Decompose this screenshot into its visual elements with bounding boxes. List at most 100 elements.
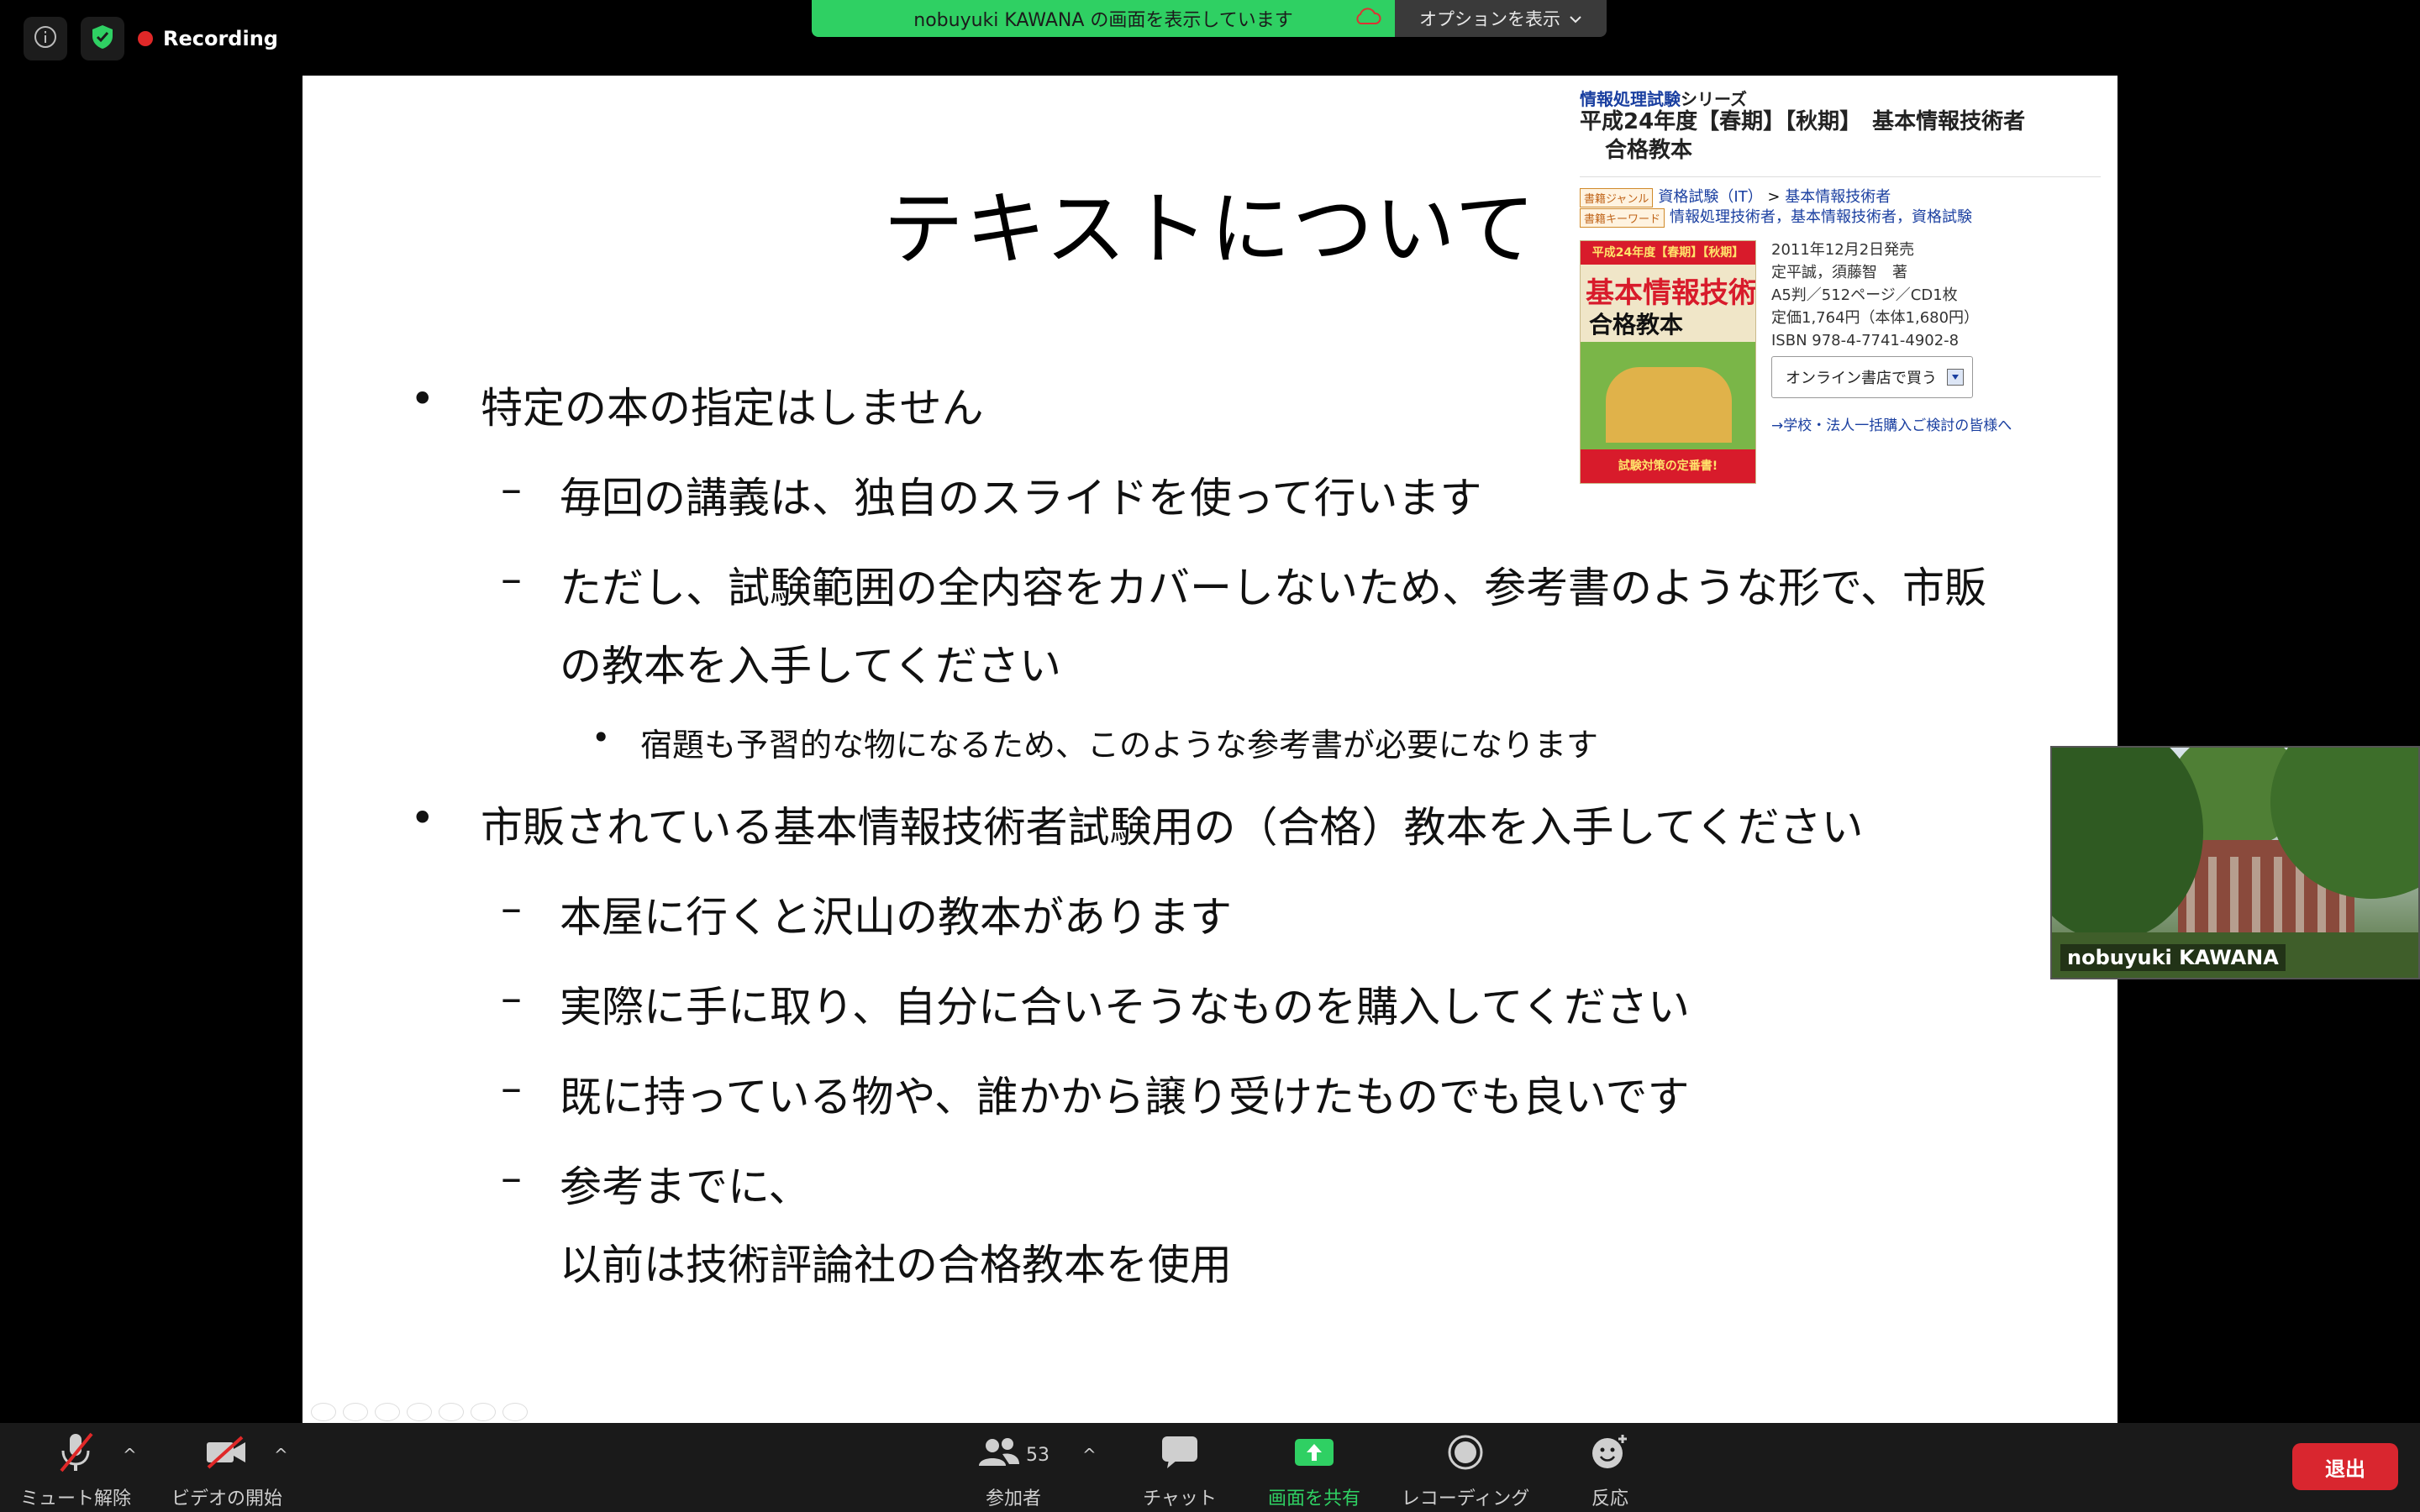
chat-bubble-icon	[1160, 1435, 1199, 1475]
record-icon	[1447, 1434, 1484, 1476]
participants-icon	[977, 1436, 1021, 1474]
cover-top-text: 平成24年度【春期】【秋期】	[1581, 241, 1755, 265]
participants-button[interactable]: 53 参加者	[938, 1431, 1089, 1510]
slide-bullet-line: 既に持っている物や、誰かから譲り受けたものでも良いです	[560, 1073, 1690, 1122]
book-info-panel: 情報処理試験シリーズ 平成24年度【春期】【秋期】 基本情報技術者 合格教本 書…	[1580, 82, 2118, 494]
meeting-info-button[interactable]	[24, 17, 67, 60]
participants-label: 参加者	[985, 1488, 1041, 1509]
book-genre-row: 書籍ジャンル 資格試験（IT） > 基本情報技術者	[1580, 185, 1891, 207]
view-options-button[interactable]: オプションを表示	[1395, 0, 1607, 37]
chevron-down-icon	[1569, 8, 1582, 29]
bullet-marker: •	[410, 375, 435, 424]
record-label: レコーディング	[1401, 1488, 1530, 1509]
record-dot-icon	[138, 31, 153, 46]
participant-video-tile[interactable]: nobuyuki KAWANA	[2050, 746, 2420, 979]
bullet-marker: –	[501, 1063, 522, 1113]
dropdown-arrow-icon	[1947, 369, 1964, 386]
genre-link-it[interactable]: 資格試験（IT）	[1658, 188, 1762, 206]
unmute-label: ミュート解除	[19, 1488, 131, 1509]
audio-options-caret-icon[interactable]: ^	[123, 1445, 137, 1465]
participant-name: nobuyuki KAWANA	[2060, 944, 2286, 971]
slide-bullet-line: 宿題も予習的な物になるため、このような参考書が必要になります	[640, 727, 1599, 764]
book-title-line1: 平成24年度【春期】【秋期】 基本情報技術者	[1580, 109, 2026, 134]
slide-bullet-line: 毎回の講義は、独自のスライドを使って行います	[560, 474, 1482, 523]
bulk-purchase-link[interactable]: →学校・法人一括購入ご検討の皆様へ	[1771, 413, 2012, 434]
keyword-tag: 書籍キーワード	[1580, 207, 1665, 228]
bullet-marker: –	[501, 884, 522, 933]
security-button[interactable]	[81, 17, 124, 60]
cover-illustration-figure	[1606, 367, 1732, 443]
cloud-icon	[1353, 7, 1381, 32]
share-banner-text: nobuyuki KAWANA の画面を表示しています	[913, 10, 1293, 31]
slide-bullet-line: 実際に手に取り、自分に合いそうなものを購入してください	[560, 983, 1690, 1032]
book-isbn: ISBN 978-4-7741-4902-8	[1771, 332, 1960, 349]
share-screen-button[interactable]: 画面を共有	[1239, 1431, 1390, 1510]
reactions-button[interactable]: 反応	[1534, 1431, 1686, 1510]
slide-controls	[311, 1403, 528, 1421]
share-screen-icon	[1293, 1436, 1335, 1474]
unmute-button[interactable]: ミュート解除	[0, 1431, 151, 1510]
bullet-marker: –	[501, 974, 522, 1023]
genre-link-fe[interactable]: 基本情報技術者	[1785, 188, 1891, 206]
start-video-button[interactable]: ビデオの開始	[151, 1431, 302, 1510]
grid-icon[interactable]	[407, 1403, 432, 1421]
book-cover-image: 平成24年度【春期】【秋期】 基本情報技術者 合格教本 試験対策の定番書!	[1580, 240, 1756, 484]
microphone-muted-icon	[56, 1431, 95, 1479]
chat-label: チャット	[1143, 1488, 1217, 1509]
share-banner: nobuyuki KAWANA の画面を表示しています	[812, 0, 1395, 37]
slide-bullet-line: 市販されている基本情報技術者試験用の（合格）教本を入手してください	[481, 803, 1864, 853]
reactions-label: 反応	[1591, 1488, 1628, 1509]
cover-bottom-text: 試験対策の定番書!	[1581, 449, 1755, 483]
share-screen-label: 画面を共有	[1267, 1488, 1360, 1509]
shield-icon	[90, 24, 115, 54]
book-keyword-row: 書籍キーワード 情報処理技術者，基本情報技術者，資格試験	[1580, 205, 1972, 228]
chat-button[interactable]: チャット	[1104, 1431, 1255, 1510]
book-series-suffix: シリーズ	[1681, 89, 1747, 109]
buy-online-label: オンライン書店で買う	[1786, 370, 1937, 387]
pen-icon[interactable]	[375, 1403, 400, 1421]
bullet-marker: •	[592, 719, 611, 757]
prev-slide-icon[interactable]	[311, 1403, 336, 1421]
divider	[1580, 176, 2101, 177]
cover-main-text: 基本情報技術者	[1586, 276, 1756, 310]
start-video-label: ビデオの開始	[171, 1488, 282, 1509]
next-slide-icon[interactable]	[343, 1403, 368, 1421]
book-title-line2: 合格教本	[1605, 138, 1693, 163]
book-details: 2011年12月2日発売 定平誠，須藤智 著 A5判／512ページ／CD1枚 定…	[1771, 239, 1979, 352]
leave-meeting-button[interactable]: 退出	[2292, 1443, 2398, 1490]
participants-caret-icon[interactable]: ^	[1082, 1445, 1097, 1465]
book-series-link[interactable]: 情報処理試験	[1580, 89, 1681, 109]
bullet-marker: •	[410, 794, 435, 843]
keyword-links[interactable]: 情報処理技術者，基本情報技術者，資格試験	[1670, 208, 1972, 226]
shared-slide: テキストについて • 特定の本の指定はしません – 毎回の講義は、独自のスライドを使っ…	[302, 76, 2118, 1423]
info-icon	[33, 24, 58, 53]
slide-bullet-line: 特定の本の指定はしません	[481, 384, 984, 433]
slide-bullet-line: 以前は技術評論社の合格教本を使用	[560, 1240, 1232, 1289]
zoom-icon[interactable]	[439, 1403, 464, 1421]
genre-arrow: >	[1767, 188, 1781, 206]
meeting-toolbar: ミュート解除 ^ ビデオの開始 ^ 53 参加者 ^ チャット 画面を共有 レコ…	[0, 1423, 2420, 1512]
video-options-caret-icon[interactable]: ^	[274, 1445, 288, 1465]
video-off-icon	[203, 1434, 250, 1476]
subtitle-icon[interactable]	[471, 1403, 496, 1421]
book-authors: 定平誠，須藤智 著	[1771, 264, 1907, 281]
bullet-marker: –	[501, 1153, 522, 1203]
bullet-marker: –	[501, 465, 522, 514]
book-format: A5判／512ページ／CD1枚	[1771, 286, 1958, 304]
participant-count: 53	[1026, 1444, 1050, 1466]
slide-bullet-line: 本屋に行くと沢山の教本があります	[560, 893, 1232, 942]
slide-bullet-line: ただし、試験範囲の全内容をカバーしないため、参考書のような形で、市販	[560, 564, 1986, 613]
slide-bullet-line: 参考までに、	[560, 1163, 811, 1212]
cover-sub-text: 合格教本	[1589, 311, 1684, 339]
recording-label: Recording	[163, 27, 278, 50]
buy-online-button[interactable]: オンライン書店で買う	[1771, 356, 1973, 398]
view-options-label: オプションを表示	[1419, 9, 1560, 29]
record-button[interactable]: レコーディング	[1390, 1431, 1541, 1510]
more-icon[interactable]	[502, 1403, 528, 1421]
book-title: 平成24年度【春期】【秋期】 基本情報技術者 合格教本	[1580, 108, 2025, 165]
book-price: 定価1,764円（本体1,680円）	[1771, 309, 1980, 327]
bullet-marker: –	[501, 554, 522, 604]
book-release: 2011年12月2日発売	[1771, 241, 1915, 259]
book-series: 情報処理試験シリーズ	[1580, 86, 1747, 110]
recording-indicator[interactable]: Recording	[138, 17, 278, 60]
